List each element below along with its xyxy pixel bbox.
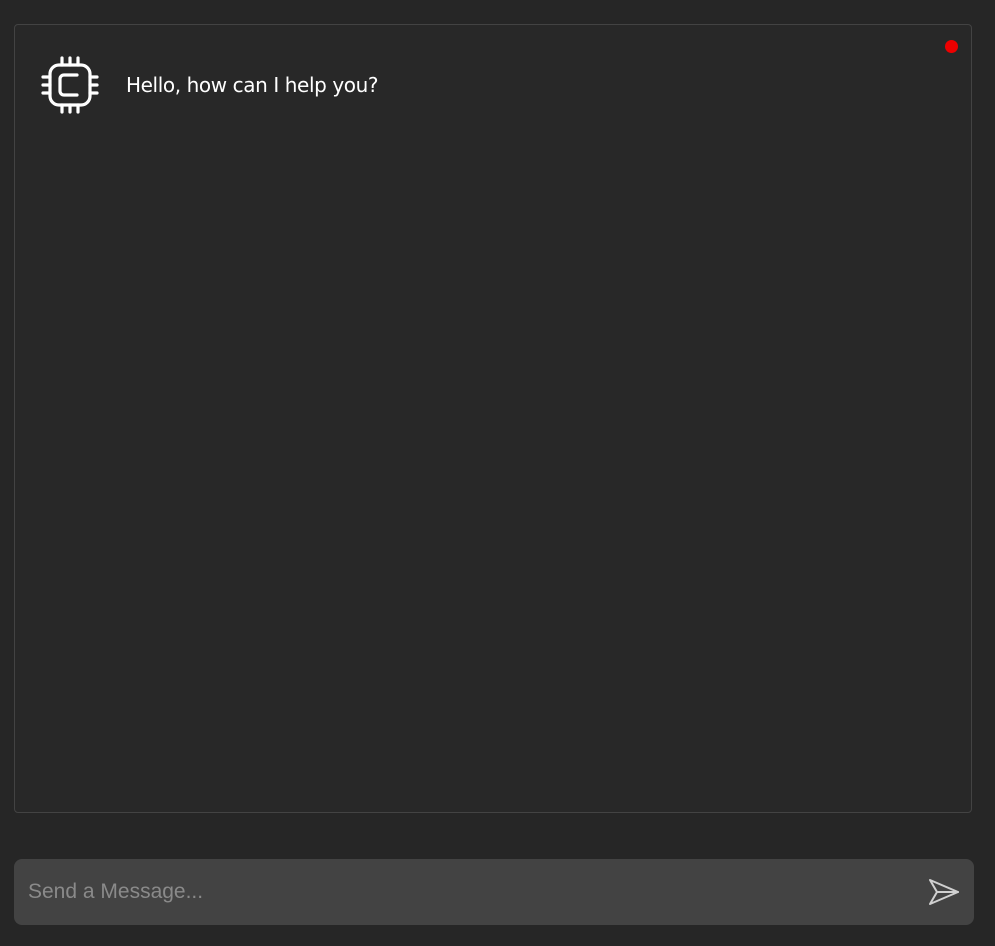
message-input[interactable] xyxy=(14,858,914,926)
bot-message-text: Hello, how can I help you? xyxy=(126,73,379,97)
bot-message: Hello, how can I help you? xyxy=(40,55,379,115)
send-button[interactable] xyxy=(914,859,974,925)
message-composer xyxy=(14,858,974,926)
connection-status-indicator xyxy=(945,40,958,53)
cpu-chip-icon xyxy=(40,55,100,115)
chat-panel: Hello, how can I help you? xyxy=(14,24,972,813)
send-arrow-icon xyxy=(927,877,961,907)
